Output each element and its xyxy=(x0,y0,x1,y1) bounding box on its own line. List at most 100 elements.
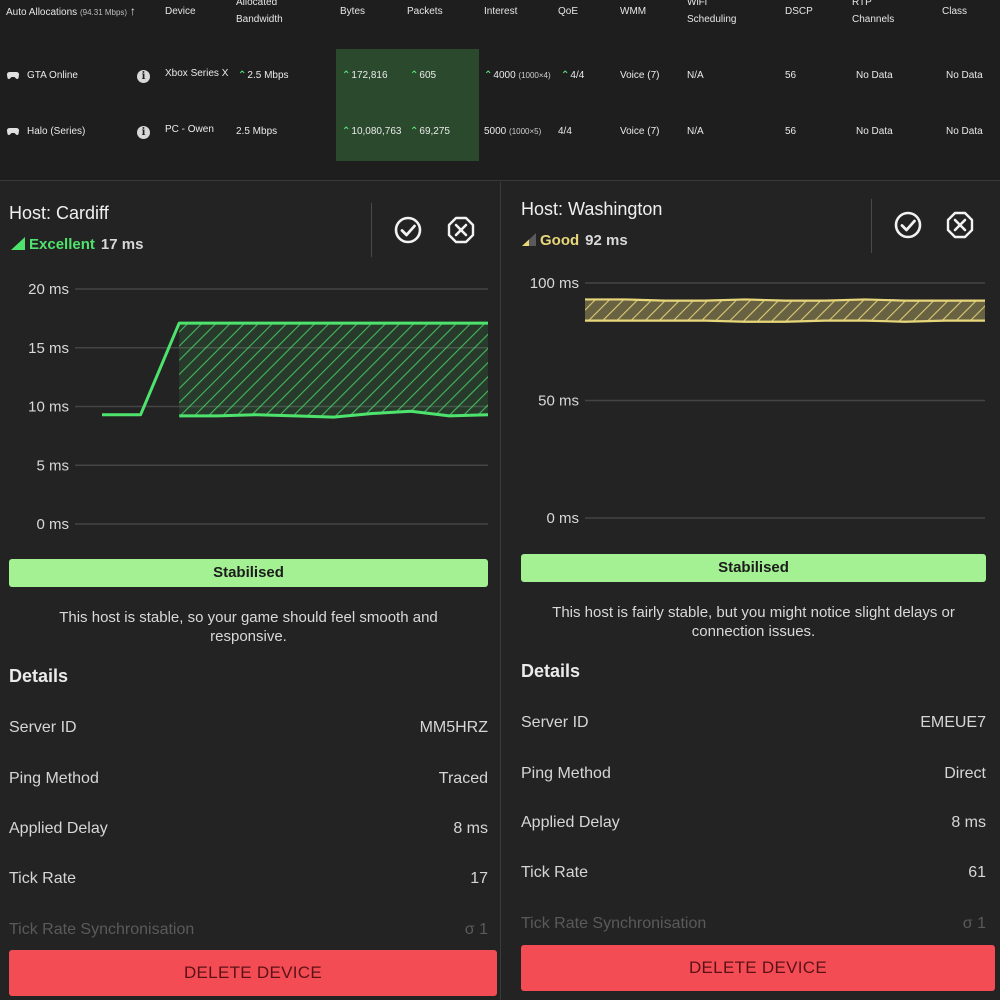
host-panel-washington: Host: Washington Good 92 ms 0 ms 50 ms 100 … xyxy=(501,182,1000,1000)
chevron-up-icon: ⌃ xyxy=(342,126,351,137)
detail-label: Tick Rate Synchronisation xyxy=(521,915,707,932)
details-title: Details xyxy=(9,666,69,686)
row-wmm: Voice (7) xyxy=(620,70,660,81)
detail-row: Tick Rate 17 xyxy=(9,870,488,888)
header-class[interactable]: Class xyxy=(942,3,967,20)
ping-value: 17 ms xyxy=(100,236,144,253)
header-allocated-bandwidth-line2: Bandwidth xyxy=(236,14,283,25)
detail-label: Applied Delay xyxy=(9,820,108,837)
header-bytes[interactable]: Bytes xyxy=(340,3,365,20)
remove-octagon-icon[interactable] xyxy=(446,215,476,245)
row-class: No Data xyxy=(946,70,983,81)
sort-arrow-up-icon[interactable]: ↑ xyxy=(130,4,136,18)
detail-value: 8 ms xyxy=(951,814,986,831)
header-rtp-line1: RTP xyxy=(852,0,872,8)
row-interest-sub: (1000×5) xyxy=(509,127,542,136)
y-tick-label: 10 ms xyxy=(28,399,69,416)
detail-value: 17 xyxy=(470,870,488,887)
y-tick-label: 0 ms xyxy=(36,516,69,533)
detail-label: Tick Rate xyxy=(521,864,588,881)
detail-row: Tick Rate Synchronisation σ 1 xyxy=(521,915,986,933)
details-title: Details xyxy=(521,661,581,681)
row-qoe-value: 4/4 xyxy=(570,70,585,81)
detail-row: Tick Rate 61 xyxy=(521,864,986,882)
row-interest-value: 4000 xyxy=(493,70,516,81)
connection-quality: Excellent 17 ms xyxy=(11,236,143,253)
row-packets-value: 605 xyxy=(419,70,437,81)
header-wifi-line1: WiFi xyxy=(687,0,707,8)
y-tick-label: 50 ms xyxy=(538,393,579,410)
row-qoe: 4/4 xyxy=(558,126,572,137)
ping-value: 92 ms xyxy=(585,232,628,249)
row-name: Halo (Series) xyxy=(27,126,86,137)
remove-octagon-icon[interactable] xyxy=(945,210,975,240)
row-device: Xbox Series X xyxy=(165,68,229,79)
detail-value: Direct xyxy=(944,765,986,782)
detail-label: Tick Rate Synchronisation xyxy=(9,921,195,938)
info-icon[interactable]: i xyxy=(137,126,150,139)
row-bytes-value: 172,816 xyxy=(351,70,388,81)
y-tick-label: 5 ms xyxy=(36,457,69,474)
status-bar: Stabilised xyxy=(9,559,488,587)
header-rtp-channels[interactable]: RTP Channels xyxy=(852,0,894,28)
row-bandwidth: ⌃2.5 Mbps xyxy=(238,69,289,83)
header-qoe[interactable]: QoE xyxy=(558,3,578,20)
detail-label: Ping Method xyxy=(9,770,99,787)
connection-quality: Good 92 ms xyxy=(522,232,628,249)
y-tick-label: 0 ms xyxy=(546,510,579,527)
row-wifi: N/A xyxy=(687,70,704,81)
delete-device-button[interactable]: DELETE DEVICE xyxy=(521,945,995,991)
delete-device-button[interactable]: DELETE DEVICE xyxy=(9,950,497,996)
row-qoe: ⌃4/4 xyxy=(561,69,584,83)
detail-row: Tick Rate Synchronisation σ 1 xyxy=(9,921,488,939)
detail-value: MM5HRZ xyxy=(419,719,488,736)
detail-row: Ping Method Direct xyxy=(521,765,986,783)
header-divider xyxy=(371,203,372,257)
detail-row: Server ID MM5HRZ xyxy=(9,719,488,737)
header-device[interactable]: Device xyxy=(165,3,196,20)
host-title: Host: Washington xyxy=(521,199,663,219)
header-allocated-bandwidth[interactable]: Allocated Bandwidth xyxy=(236,0,283,28)
row-interest: 5000 (1000×5) xyxy=(484,125,541,139)
header-auto-allocations-label: Auto Allocations xyxy=(6,7,78,18)
row-wifi: N/A xyxy=(687,126,704,137)
row-device: PC - Owen xyxy=(165,124,214,135)
row-wmm: Voice (7) xyxy=(620,126,660,137)
row-dscp: 56 xyxy=(785,70,797,81)
y-tick-label: 15 ms xyxy=(28,340,69,357)
row-bandwidth-value: 2.5 Mbps xyxy=(247,70,289,81)
bytes-packets-highlight xyxy=(336,49,479,161)
detail-label: Server ID xyxy=(521,714,589,731)
ping-range-band xyxy=(585,299,985,322)
row-packets-value: 69,275 xyxy=(419,126,450,137)
row-rtp: No Data xyxy=(856,70,893,81)
row-packets: ⌃69,275 xyxy=(410,125,450,139)
header-auto-allocations[interactable]: Auto Allocations (94.31 Mbps) ↑ xyxy=(6,3,136,21)
row-interest-sub: (1000×4) xyxy=(518,71,551,80)
detail-row: Ping Method Traced xyxy=(9,770,488,788)
detail-value: EMEUE7 xyxy=(920,714,986,731)
row-dscp: 56 xyxy=(785,126,797,137)
row-interest-value: 5000 xyxy=(484,126,507,137)
detail-label: Ping Method xyxy=(521,765,611,782)
info-icon[interactable]: i xyxy=(137,70,150,83)
detail-value: 8 ms xyxy=(453,820,488,837)
row-name: GTA Online xyxy=(27,70,78,81)
header-packets[interactable]: Packets xyxy=(407,3,443,20)
header-wifi-scheduling[interactable]: WiFi Scheduling xyxy=(687,0,736,28)
host-description: This host is stable, so your game should… xyxy=(59,609,438,645)
check-circle-icon[interactable] xyxy=(893,210,923,240)
check-circle-icon[interactable] xyxy=(393,215,423,245)
detail-value: Traced xyxy=(438,770,488,787)
series-line-lower xyxy=(585,319,985,323)
header-rtp-line2: Channels xyxy=(852,14,895,25)
header-wmm[interactable]: WMM xyxy=(620,3,646,20)
y-tick-label: 100 ms xyxy=(530,275,579,292)
detail-row: Server ID EMEUE7 xyxy=(521,714,986,732)
host-title: Host: Cardiff xyxy=(9,203,109,223)
host-description: This host is fairly stable, but you migh… xyxy=(552,604,955,640)
quality-label: Excellent xyxy=(29,236,95,253)
detail-label: Applied Delay xyxy=(521,814,620,831)
header-dscp[interactable]: DSCP xyxy=(785,3,813,20)
header-interest[interactable]: Interest xyxy=(484,3,517,20)
